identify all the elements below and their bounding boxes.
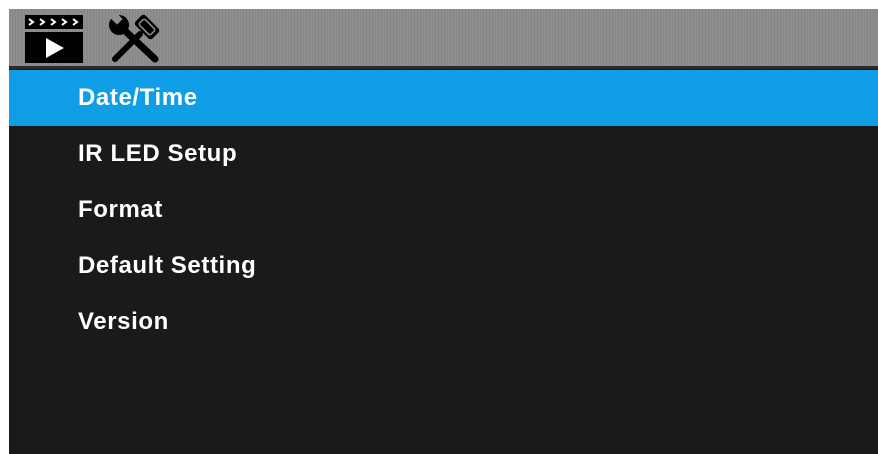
settings-menu: Date/Time IR LED Setup Format Default Se…: [9, 70, 878, 350]
tab-video-playback[interactable]: [25, 13, 83, 63]
wrench-screwdriver-icon: [109, 13, 160, 63]
tab-bar: [9, 9, 878, 69]
video-playback-icon: [25, 15, 83, 63]
menu-item-date-time[interactable]: Date/Time: [9, 70, 878, 126]
device-settings-screen: Date/Time IR LED Setup Format Default Se…: [9, 9, 878, 454]
menu-item-format[interactable]: Format: [9, 182, 878, 238]
menu-item-ir-led-setup[interactable]: IR LED Setup: [9, 126, 878, 182]
menu-item-version[interactable]: Version: [9, 294, 878, 350]
menu-item-default-setting[interactable]: Default Setting: [9, 238, 878, 294]
tab-setup[interactable]: [107, 13, 167, 63]
